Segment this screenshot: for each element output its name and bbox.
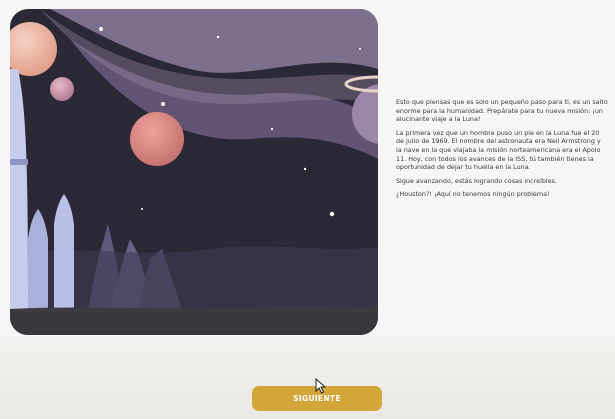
star — [359, 48, 361, 50]
lesson-paragraph-houston: ¿Houston?! ¡Aquí no tenemos ningún probl… — [396, 190, 550, 199]
lesson-paragraph-history: La primera vez que un hombre puso un pie… — [396, 128, 601, 172]
lesson-text: Esto que piensas que es solo un pequeño … — [396, 98, 608, 204]
space-illustration — [10, 9, 378, 335]
planet-small-pink — [50, 77, 74, 101]
lesson-paragraph-intro: Esto que piensas que es solo un pequeño … — [396, 98, 608, 124]
star — [161, 102, 165, 106]
star — [99, 27, 103, 31]
star — [216, 35, 220, 39]
star — [303, 167, 307, 171]
planet-coral — [130, 112, 184, 166]
star — [329, 211, 335, 217]
rocket-booster-right — [54, 194, 74, 309]
rocket-band — [10, 159, 28, 165]
ground-base — [10, 313, 378, 335]
mouse-pointer-icon — [315, 378, 327, 394]
star — [270, 127, 274, 131]
star — [141, 208, 143, 210]
lesson-paragraph-encouragement: Sigue avanzando, estás logrando cosas in… — [396, 176, 557, 185]
